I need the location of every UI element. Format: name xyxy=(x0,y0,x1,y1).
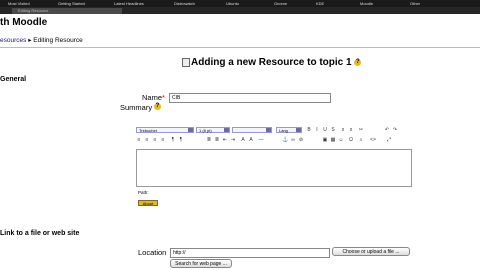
bookmark-item[interactable]: Distrowatch xyxy=(174,1,212,6)
summary-label: Summary xyxy=(120,103,153,112)
image-icon[interactable]: ▣ xyxy=(322,137,328,143)
summary-editor[interactable] xyxy=(136,149,412,187)
bookmark-item[interactable]: Gnome xyxy=(274,1,302,6)
browser-tab[interactable]: Editing Resource xyxy=(12,8,122,14)
summary-help-icon[interactable]: ? xyxy=(154,103,161,110)
redo-icon[interactable]: ↷ xyxy=(392,127,398,133)
ltr-icon[interactable]: ¶ xyxy=(170,137,176,143)
bold-icon[interactable]: B xyxy=(306,127,312,133)
unlink-icon[interactable]: ⊘ xyxy=(298,137,304,143)
browser-bookmarks-bar: Most Visited Getting Started Latest Headli… xyxy=(0,0,480,7)
chevron-down-icon xyxy=(266,128,271,132)
bookmark-item[interactable]: Most Visited xyxy=(8,1,44,6)
link-icon[interactable]: ∞ xyxy=(290,137,296,143)
resource-icon xyxy=(182,57,190,67)
cleanup-icon[interactable]: ✂ xyxy=(358,127,364,133)
undo-icon[interactable]: ↶ xyxy=(384,127,390,133)
language-value: Lang xyxy=(279,128,288,133)
page-title: Adding a new Resource to topic 1 ? xyxy=(182,57,362,68)
breadcrumb-separator: ▸ xyxy=(28,37,32,44)
about-editor-button[interactable]: About xyxy=(138,200,158,206)
underline-icon[interactable]: U xyxy=(322,127,328,133)
chevron-down-icon xyxy=(224,128,229,132)
strikethrough-icon[interactable]: S xyxy=(330,127,336,133)
site-title: th Moodle xyxy=(0,17,48,28)
font-size-select[interactable]: 1 (8 pt) xyxy=(196,127,230,133)
section-general-heading: General xyxy=(0,76,27,83)
search-replace-icon[interactable]: ⌕ xyxy=(358,137,364,143)
name-label: Name* xyxy=(142,93,165,102)
chevron-down-icon xyxy=(188,128,193,132)
bookmark-item[interactable]: Ubuntu xyxy=(226,1,260,6)
superscript-icon[interactable]: x xyxy=(348,127,354,133)
unordered-list-icon[interactable]: ≣ xyxy=(214,137,220,143)
location-label: Location xyxy=(138,248,167,257)
choose-file-button[interactable]: Choose or upload a file ... xyxy=(332,247,410,256)
header-divider xyxy=(0,47,480,48)
font-family-select[interactable]: Trebuchet xyxy=(136,127,194,133)
align-center-icon[interactable]: ≡ xyxy=(144,137,150,143)
bg-color-icon[interactable]: A xyxy=(248,137,254,143)
hr-icon[interactable]: — xyxy=(258,137,264,143)
font-family-value: Trebuchet xyxy=(139,128,157,133)
justify-icon[interactable]: ≡ xyxy=(160,137,166,143)
html-source-icon[interactable]: <> xyxy=(370,137,376,143)
outdent-icon[interactable]: ⇤ xyxy=(222,137,228,143)
italic-icon[interactable]: I xyxy=(314,127,320,133)
editor-path: Path: xyxy=(138,190,149,195)
text-color-icon[interactable]: A xyxy=(240,137,246,143)
special-char-icon[interactable]: Ω xyxy=(348,137,354,143)
align-left-icon[interactable]: ≡ xyxy=(136,137,142,143)
rtl-icon[interactable]: ¶ xyxy=(178,137,184,143)
editor-toolbar: Trebuchet 1 (8 pt) Lang B I U Sx x ✂ ↶ ↷ ≡ ≡ ≡ ≡ ¶ ¶ ≣… xyxy=(136,126,412,146)
ordered-list-icon[interactable]: ≣ xyxy=(206,137,212,143)
section-link-heading: Link to a file or web site xyxy=(0,230,80,237)
breadcrumb: esources ▸ Editing Resource xyxy=(0,36,83,44)
subscript-icon[interactable]: x xyxy=(340,127,346,133)
browser-tab-strip: Editing Resource xyxy=(0,7,480,14)
bookmark-item[interactable]: Latest Headlines xyxy=(114,1,160,6)
help-icon[interactable]: ? xyxy=(354,58,362,66)
bookmark-item[interactable]: KDE xyxy=(316,1,346,6)
indent-icon[interactable]: ⇥ xyxy=(230,137,236,143)
bookmark-item[interactable]: Getting Started xyxy=(58,1,100,6)
breadcrumb-parent-link[interactable]: esources xyxy=(0,37,26,44)
name-input[interactable]: CIB xyxy=(169,93,331,103)
bookmark-item[interactable]: Moodle xyxy=(360,1,396,6)
table-icon[interactable]: ▦ xyxy=(330,137,336,143)
chevron-down-icon xyxy=(296,128,301,132)
language-select[interactable]: Lang xyxy=(276,127,302,133)
name-label-text: Name xyxy=(142,93,163,102)
breadcrumb-current: Editing Resource xyxy=(33,37,83,44)
fullscreen-icon[interactable]: ⤢ xyxy=(386,137,392,143)
location-input[interactable]: http:// xyxy=(170,248,330,258)
required-marker: * xyxy=(162,93,165,102)
bookmark-item[interactable]: Other xyxy=(410,1,450,6)
search-web-page-button[interactable]: Search for web page ... xyxy=(170,259,232,268)
align-right-icon[interactable]: ≡ xyxy=(152,137,158,143)
page-title-text: Adding a new Resource to topic 1 xyxy=(191,57,352,68)
font-size-value: 1 (8 pt) xyxy=(199,128,212,133)
anchor-icon[interactable]: ⚓ xyxy=(282,137,288,143)
smiley-icon[interactable]: ☺ xyxy=(338,137,344,143)
heading-select[interactable] xyxy=(232,127,272,133)
